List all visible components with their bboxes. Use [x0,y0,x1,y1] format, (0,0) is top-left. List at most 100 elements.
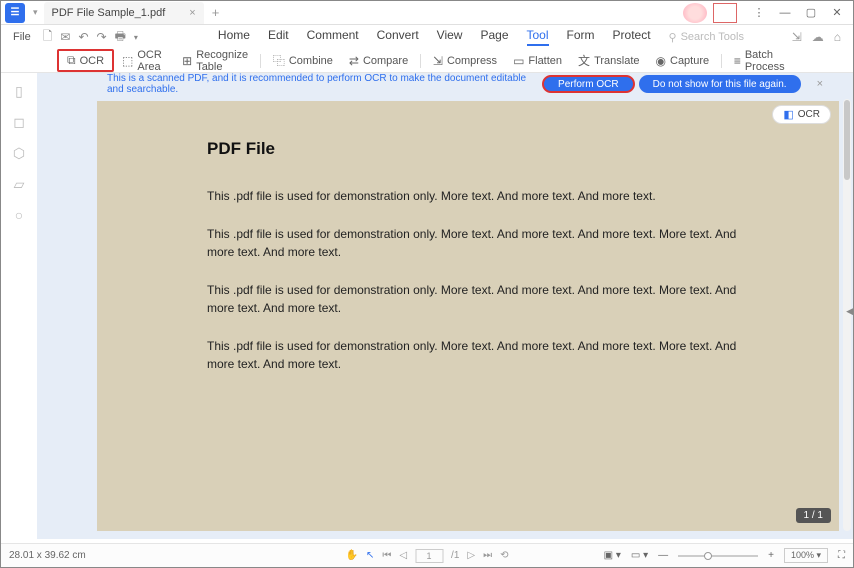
tab-edit[interactable]: Edit [268,28,289,46]
hand-tool-icon[interactable]: ✋ [346,550,358,561]
record-icon[interactable] [683,3,707,23]
page-dimensions: 28.01 x 39.62 cm [9,550,86,561]
last-page-icon[interactable]: ⏭ [483,550,492,561]
prev-page-icon[interactable]: ◁ [399,550,407,561]
notification-icon[interactable] [713,3,737,23]
next-page-icon[interactable]: ▷ [467,550,475,561]
doc-paragraph: This .pdf file is used for demonstration… [207,225,739,261]
separator [420,54,421,68]
compare-button[interactable]: ⇄Compare [341,52,416,70]
redo-icon[interactable]: ↷ [97,30,107,44]
dismiss-banner-button[interactable]: Do not show for this file again. [639,75,801,93]
translate-button[interactable]: 文Translate [570,50,647,71]
ocr-banner: This is a scanned PDF, and it is recomme… [37,73,841,95]
banner-message: This is a scanned PDF, and it is recomme… [47,73,542,95]
compare-icon: ⇄ [349,54,359,68]
zoom-slider[interactable] [678,555,758,557]
tab-comment[interactable]: Comment [307,28,359,46]
undo-icon[interactable]: ↶ [78,30,88,44]
first-page-icon[interactable]: ⏮ [382,550,391,561]
combine-button[interactable]: ⿻Combine [265,50,341,71]
tab-protect[interactable]: Protect [613,28,651,46]
compress-button[interactable]: ⇲Compress [425,52,505,70]
close-banner-icon[interactable]: × [809,78,831,90]
capture-button[interactable]: ◉Capture [648,52,718,70]
main-tabs: Home Edit Comment Convert View Page Tool… [218,28,651,46]
ocr-icon: ⧉ [67,53,76,68]
collapse-right-icon[interactable]: ◀ [846,306,853,317]
read-mode-icon[interactable]: ▭ ▾ [631,550,648,561]
ocr-button[interactable]: ⧉OCR [57,49,114,72]
tab-convert[interactable]: Convert [377,28,419,46]
share-icon[interactable]: ⇲ [792,30,802,44]
title-bar: ☰ ▾ PDF File Sample_1.pdf × + ⋮ — ▢ ✕ [1,1,853,25]
minimize-button[interactable]: — [773,3,797,23]
more-icon[interactable]: ⋮ [747,3,771,23]
comments-icon[interactable]: ○ [15,207,23,223]
ocr-area-icon: ⬚ [122,54,133,68]
page-area: This is a scanned PDF, and it is recomme… [37,73,853,539]
mail-icon[interactable]: ✉ [60,30,70,44]
qat-dropdown-icon[interactable]: ▾ [134,33,138,42]
page-total: /1 [451,550,459,561]
tab-page[interactable]: Page [480,28,508,46]
doc-paragraph: This .pdf file is used for demonstration… [207,187,739,205]
slider-thumb[interactable] [704,552,712,560]
fullscreen-icon[interactable]: ⛶ [838,550,845,561]
recognize-table-button[interactable]: ⊞Recognize Table [174,47,256,75]
document-page[interactable]: PDF File This .pdf file is used for demo… [97,101,839,531]
tool-toolbar: ⧉OCR ⬚OCR Area ⊞Recognize Table ⿻Combine… [1,49,853,73]
search-placeholder: Search Tools [681,31,744,43]
zoom-value[interactable]: 100% ▾ [784,548,828,563]
cloud-icon[interactable]: ☁ [812,30,824,44]
chevron-down-icon[interactable]: ▾ [33,7,38,18]
tab-label: PDF File Sample_1.pdf [52,7,166,19]
thumbnails-icon[interactable]: ▯ [15,83,23,100]
perform-ocr-button[interactable]: Perform OCR [542,75,635,93]
app-icon: ☰ [5,3,25,23]
batch-icon: ≡ [734,54,741,68]
view-mode-icon[interactable]: ▣ ▾ [604,550,621,561]
batch-button[interactable]: ≡Batch Process [726,47,797,75]
ocr-area-button[interactable]: ⬚OCR Area [114,47,174,75]
separator [260,54,261,68]
select-tool-icon[interactable]: ↖ [366,550,374,561]
new-tab-button[interactable]: + [212,5,220,20]
close-window-button[interactable]: ✕ [825,3,849,23]
separator [721,54,722,68]
close-tab-icon[interactable]: × [189,7,195,19]
combine-icon: ⿻ [273,52,285,69]
rotate-icon[interactable]: ⟲ [500,550,508,561]
file-menu[interactable]: File [5,31,39,43]
status-bar: 28.01 x 39.62 cm ✋ ↖ ⏮ ◁ 1 /1 ▷ ⏭ ⟲ ▣ ▾ … [1,543,853,567]
compress-icon: ⇲ [433,54,443,68]
ocr-chip[interactable]: ◧OCR [772,105,831,124]
home-icon[interactable]: ⌂ [834,30,841,44]
search-tools[interactable]: ⚲ Search Tools [669,31,744,44]
page-input[interactable]: 1 [415,549,443,563]
flatten-icon: ▭ [513,54,524,68]
search-icon: ⚲ [669,31,677,44]
attachments-icon[interactable]: ⬡ [13,145,25,162]
tab-form[interactable]: Form [567,28,595,46]
flatten-button[interactable]: ▭Flatten [505,52,570,70]
save-icon[interactable]: 🗋 [43,27,53,48]
scroll-thumb[interactable] [844,100,850,180]
zoom-out-icon[interactable]: — [658,550,668,561]
tab-view[interactable]: View [437,28,463,46]
doc-paragraph: This .pdf file is used for demonstration… [207,281,739,317]
left-sidebar: ▯ ◻ ⬡ ▱ ○ [1,73,37,539]
doc-paragraph: This .pdf file is used for demonstration… [207,337,739,373]
maximize-button[interactable]: ▢ [799,3,823,23]
tab-home[interactable]: Home [218,28,250,46]
layers-icon[interactable]: ▱ [14,176,25,193]
doc-heading: PDF File [207,139,739,159]
ocr-chip-icon: ◧ [783,108,793,121]
document-tab[interactable]: PDF File Sample_1.pdf × [44,2,204,24]
table-icon: ⊞ [182,54,192,68]
zoom-in-icon[interactable]: + [768,550,774,561]
translate-icon: 文 [578,52,590,69]
print-icon[interactable]: 🖶 [115,27,126,48]
bookmarks-icon[interactable]: ◻ [13,114,25,131]
tab-tool[interactable]: Tool [527,28,549,46]
